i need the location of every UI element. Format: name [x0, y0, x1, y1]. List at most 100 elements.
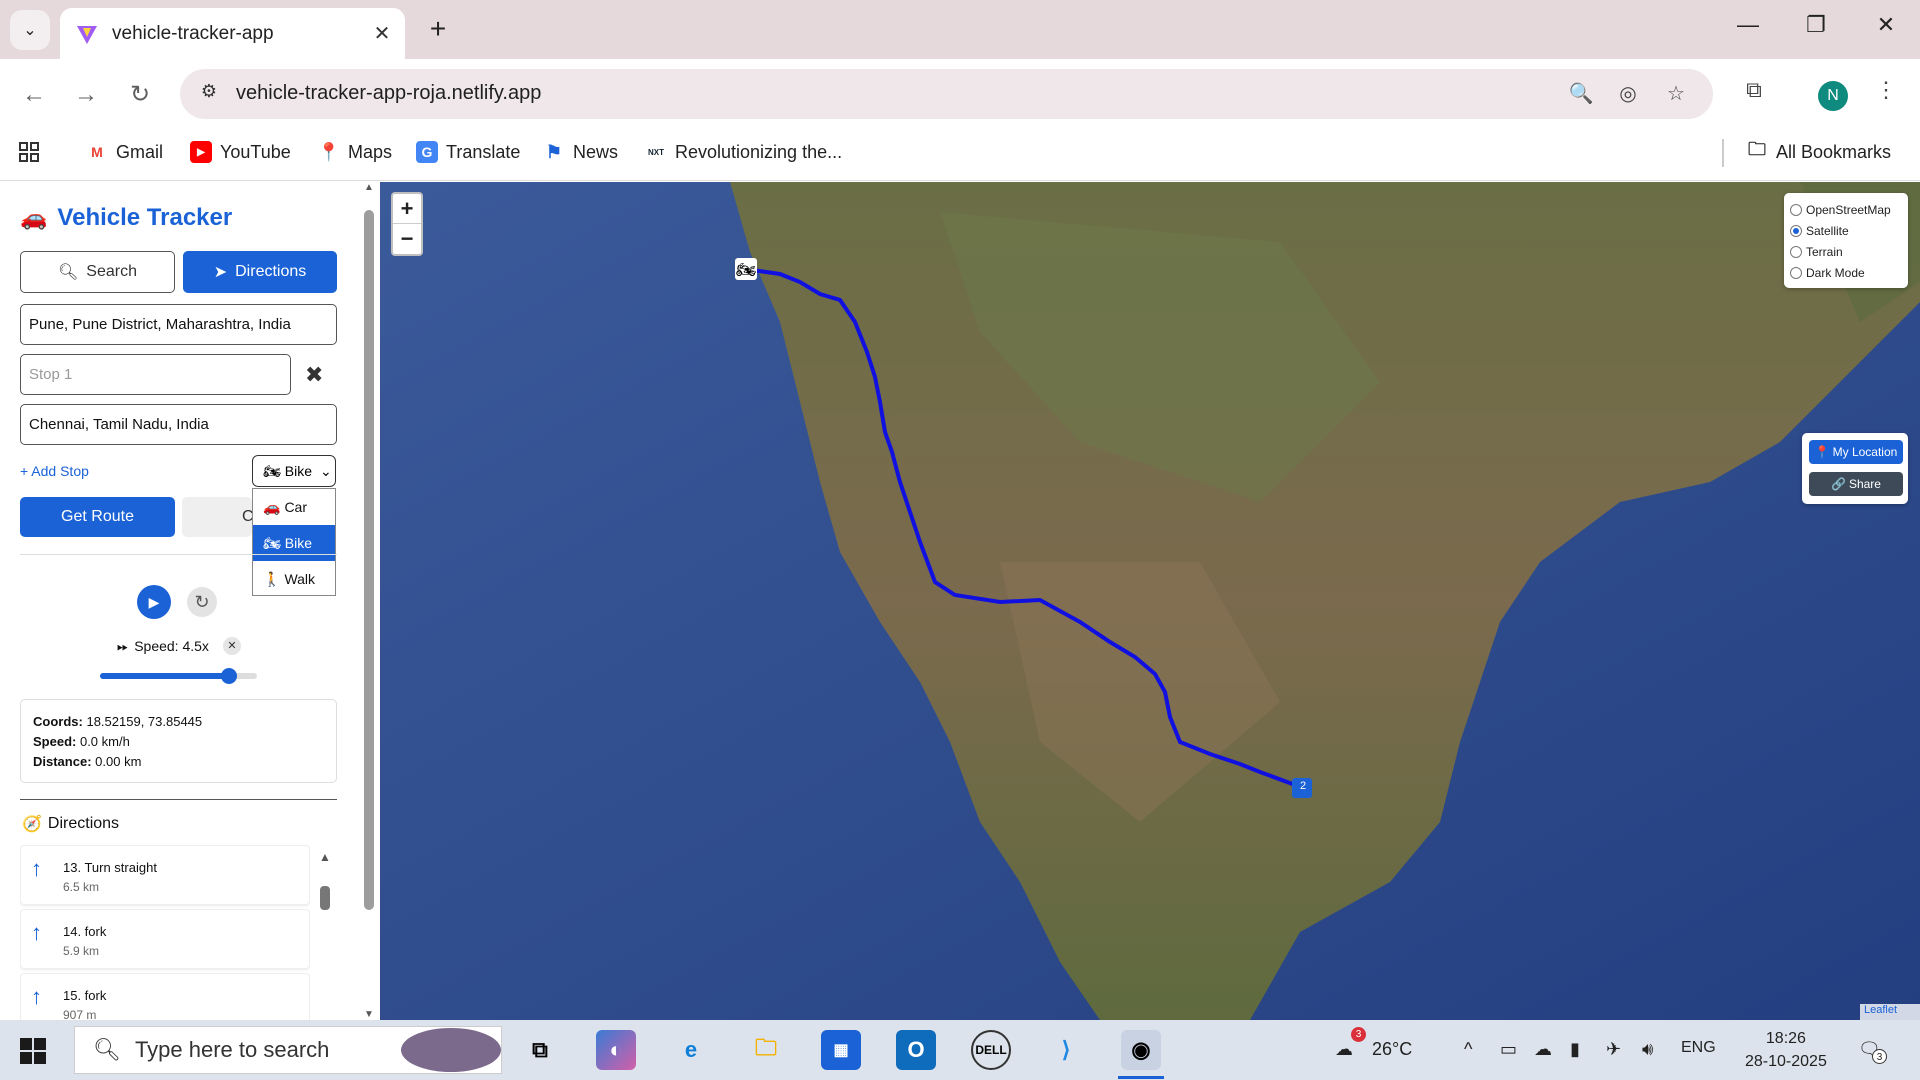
direction-step[interactable]: ↑ 13. Turn straight 6.5 km — [20, 845, 310, 905]
end-location-input[interactable]: Chennai, Tamil Nadu, India — [20, 404, 337, 445]
layer-openstreetmap[interactable]: OpenStreetMap — [1790, 199, 1902, 220]
bookmarks-bar: M Gmail ▶ YouTube 📍 Maps G Translate ⚑ N… — [0, 129, 1920, 181]
radio-icon[interactable] — [1790, 203, 1802, 216]
get-route-button[interactable]: Get Route — [20, 497, 175, 537]
browser-tab[interactable]: vehicle-tracker-app ✕ — [60, 8, 405, 59]
reset-icon[interactable]: ↻ — [187, 587, 217, 617]
windows-start-icon[interactable] — [20, 1038, 46, 1064]
play-icon[interactable]: ▶ — [137, 585, 171, 619]
weather-widget[interactable]: ☁ 3 26°C — [1335, 1027, 1412, 1060]
scroll-up-icon[interactable]: ▲ — [362, 182, 376, 193]
sidebar-scroll-thumb[interactable] — [364, 210, 374, 910]
zoom-out-button[interactable]: − — [393, 224, 421, 254]
bookmark-maps[interactable]: 📍 Maps — [318, 141, 392, 163]
menu-icon[interactable]: ⋮ — [1868, 77, 1904, 103]
reload-icon[interactable]: ↻ — [122, 77, 158, 113]
new-tab-button[interactable]: + — [420, 12, 456, 48]
onedrive-icon[interactable]: ☁ — [1534, 1039, 1552, 1060]
bookmark-news[interactable]: ⚑ News — [543, 141, 618, 163]
outlook-icon[interactable]: O — [896, 1030, 936, 1070]
apps-icon[interactable] — [18, 141, 40, 163]
stop-1-input[interactable]: Stop 1 — [20, 354, 291, 395]
file-explorer-icon[interactable]: 🗀 — [746, 1030, 786, 1070]
bookmark-youtube[interactable]: ▶ YouTube — [190, 141, 291, 163]
sidebar-scrollbar[interactable]: ▲ ▼ — [362, 182, 376, 1020]
clear-button[interactable]: C — [182, 497, 254, 537]
restore-icon[interactable]: ❐ — [1796, 12, 1836, 38]
extensions-icon[interactable]: ⧉ — [1736, 77, 1772, 103]
taskbar-search-box[interactable]: 🔍︎ Type here to search — [74, 1026, 502, 1074]
direction-step[interactable]: ↑ 14. fork 5.9 km — [20, 909, 310, 969]
tray-chevron-icon[interactable]: ^ — [1464, 1039, 1472, 1060]
copilot-icon[interactable]: ◐ — [596, 1030, 636, 1070]
layer-dark-mode[interactable]: Dark Mode — [1790, 262, 1902, 283]
eye-off-icon[interactable]: ◎ — [1613, 81, 1643, 106]
scroll-up-icon[interactable]: ▲ — [318, 850, 332, 864]
vehicle-select[interactable]: 🏍 Bike ⌄ — [252, 455, 336, 487]
vehicle-option-bike[interactable]: 🏍 Bike — [253, 525, 335, 561]
tab-search-button[interactable]: ⌄ — [10, 10, 50, 50]
dell-icon[interactable]: DELL — [971, 1030, 1011, 1070]
direction-step[interactable]: ↑ 15. fork 907 m — [20, 973, 310, 1020]
bookmark-revolutionizing[interactable]: NXT Revolutionizing the... — [645, 141, 842, 163]
bookmark-gmail[interactable]: M Gmail — [86, 141, 163, 163]
layer-terrain[interactable]: Terrain — [1790, 241, 1902, 262]
speed-slider[interactable] — [100, 668, 257, 684]
all-bookmarks[interactable]: 🗀 All Bookmarks — [1746, 139, 1891, 163]
star-icon[interactable]: ☆ — [1661, 81, 1691, 106]
map-view[interactable]: 🏍 2 — [380, 182, 1920, 1020]
system-clock[interactable]: 18:26 28-10-2025 — [1745, 1027, 1827, 1073]
task-view-icon[interactable]: ⧉ — [520, 1030, 560, 1070]
add-stop-link[interactable]: + Add Stop — [20, 463, 89, 479]
meet-icon[interactable]: ▭ — [1500, 1039, 1517, 1060]
directions-mode-button[interactable]: ➤ Directions — [183, 251, 337, 293]
share-label: Share — [1848, 477, 1881, 491]
radio-icon[interactable] — [1790, 245, 1802, 258]
layer-satellite[interactable]: Satellite — [1790, 220, 1902, 241]
address-bar[interactable]: ⚙ vehicle-tracker-app-roja.netlify.app 🔍… — [180, 69, 1713, 119]
remove-stop-icon[interactable]: ✖ — [305, 362, 323, 388]
link-icon: 🔗 — [1831, 477, 1846, 491]
notifications-icon[interactable]: 🗨 3 — [1858, 1039, 1887, 1064]
my-location-button[interactable]: 📍 My Location — [1809, 440, 1903, 464]
airplane-icon[interactable]: ✈ — [1606, 1039, 1621, 1060]
radio-icon[interactable] — [1790, 266, 1802, 279]
share-button[interactable]: 🔗 Share — [1809, 472, 1903, 496]
microsoft-store-icon[interactable]: ▦ — [821, 1030, 861, 1070]
profile-avatar[interactable]: N — [1818, 81, 1848, 111]
search-icon: 🔍︎ — [93, 1037, 121, 1062]
directions-scroll-thumb[interactable] — [320, 886, 330, 910]
zoom-icon[interactable]: 🔍 — [1566, 81, 1596, 106]
destination-marker-label[interactable]: 2 — [1293, 780, 1313, 792]
forward-icon[interactable]: → — [68, 77, 104, 113]
battery-icon[interactable]: ▮ — [1570, 1039, 1580, 1060]
sidebar-panel: 🚗 Vehicle Tracker 🔍︎ Search ➤ Directions… — [0, 182, 380, 1020]
chrome-icon[interactable]: ◉ — [1121, 1030, 1161, 1070]
language-indicator[interactable]: ENG — [1681, 1039, 1716, 1057]
url-text[interactable]: vehicle-tracker-app-roja.netlify.app — [236, 82, 541, 105]
site-info-icon[interactable]: ⚙ — [194, 81, 224, 107]
layer-label: Satellite — [1806, 223, 1849, 238]
vehicle-option-car[interactable]: 🚗 Car — [253, 489, 335, 525]
back-icon[interactable]: ← — [16, 77, 52, 113]
zoom-in-button[interactable]: + — [393, 194, 421, 224]
window-close-icon[interactable]: ✕ — [1866, 12, 1906, 38]
vehicle-option-walk[interactable]: 🚶 Walk — [253, 561, 335, 597]
edge-icon[interactable]: e — [671, 1030, 711, 1070]
tab-close-icon[interactable]: ✕ — [367, 21, 397, 46]
speed-slider-handle[interactable] — [220, 668, 237, 684]
vscode-icon[interactable]: ⟩ — [1046, 1030, 1086, 1070]
search-mode-button[interactable]: 🔍︎ Search — [20, 251, 175, 293]
taskbar-search-placeholder: Type here to search — [134, 1037, 330, 1062]
bookmark-translate[interactable]: G Translate — [416, 141, 520, 163]
volume-icon[interactable]: 🔊︎ — [1642, 1039, 1653, 1060]
vehicle-marker[interactable]: 🏍 — [735, 258, 757, 280]
speed-reset-icon[interactable]: ✕ — [222, 637, 241, 655]
start-location-input[interactable]: Pune, Pune District, Maharashtra, India — [20, 304, 337, 345]
attribution-text[interactable]: Leaflet — [1864, 1004, 1897, 1016]
scroll-down-icon[interactable]: ▼ — [362, 1009, 376, 1020]
directions-scrollbar[interactable]: ▲ — [318, 850, 332, 1020]
minimize-icon[interactable]: — — [1728, 12, 1768, 38]
radio-checked-icon[interactable] — [1790, 224, 1802, 237]
leaflet-attribution[interactable]: Leaflet — [1860, 1004, 1920, 1020]
